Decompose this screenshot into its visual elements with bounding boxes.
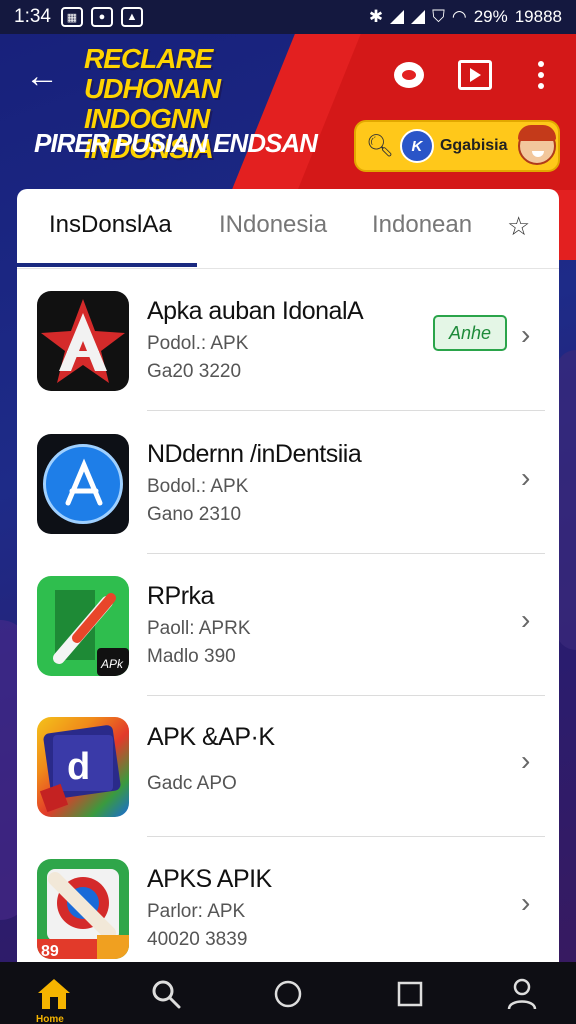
search-icon: 🔍︎ [366, 133, 394, 158]
app-meta: Gano 2310 [147, 504, 242, 525]
battery-percent: 29% [473, 7, 508, 26]
list-item[interactable]: Apka auban IdonalA Podol.: APK Ga20 3220… [17, 271, 559, 411]
divider [147, 410, 545, 411]
banner-subtitle: PIRER PUSIAN ENDSAN [34, 128, 318, 158]
divider [147, 836, 545, 837]
bluetooth-icon: ✱ [368, 7, 384, 26]
profile-icon[interactable] [502, 974, 542, 1014]
install-button[interactable]: Anhe [433, 315, 507, 351]
home-circle-icon[interactable] [268, 974, 308, 1014]
app-type: Gadc APO [147, 773, 237, 794]
gallery-notification-icon: ▦ [60, 7, 83, 27]
signal-icon-2 [411, 10, 426, 24]
app-title: APKS APIK [147, 865, 272, 893]
shield-icon: ⛉ [432, 7, 445, 26]
tab-3[interactable]: Indonean [372, 211, 472, 239]
pencil-tile-icon: 89 [37, 859, 129, 959]
app-list-card: InsDonslAa INdonesia Indonean ☆ Apka aub… [17, 189, 559, 979]
list-item[interactable]: NDdernn /inDentsiia Bodol.: APK Gano 231… [17, 414, 559, 554]
divider [147, 695, 545, 696]
app-store-a-icon [37, 434, 129, 534]
search-pill-text: Ggabisia [439, 137, 508, 154]
chat-icon[interactable] [392, 58, 426, 92]
chevron-right-icon: › [521, 319, 531, 350]
list-item[interactable]: d APK &AP·K Gadc APO › [17, 697, 559, 837]
app-title: Apka auban IdonalA [147, 297, 364, 325]
app-meta: Ga20 3220 [147, 361, 242, 382]
tab-2[interactable]: INdonesia [219, 211, 327, 239]
app-type: Podol.: APK [147, 333, 249, 354]
app-title: APK &AP·K [147, 723, 275, 751]
globe-badge: K [399, 129, 434, 163]
app-type: Paoll: APRK [147, 618, 251, 639]
recent-apps-icon[interactable] [390, 974, 430, 1014]
divider [147, 553, 545, 554]
chevron-right-icon: › [521, 745, 531, 776]
tab-indicator [17, 263, 197, 267]
chevron-right-icon: › [521, 887, 531, 918]
svg-text:d: d [67, 746, 90, 788]
status-clock-right: 19888 [514, 7, 562, 26]
search-pill[interactable]: 🔍︎ K Ggabisia [354, 120, 560, 172]
home-nav-label: Home [36, 1014, 64, 1024]
app-title: NDdernn /inDentsiia [147, 440, 362, 468]
app-meta: Madlo 390 [147, 646, 236, 667]
app-type: Parlor: APK [147, 901, 246, 922]
status-time: 1:34 [14, 6, 51, 27]
camera-notification-icon: ● [90, 7, 113, 27]
app-title: RPrka [147, 582, 214, 610]
app-meta: 40020 3839 [147, 929, 248, 950]
wifi-icon: ◠ [451, 7, 467, 26]
svg-text:89: 89 [41, 943, 59, 959]
search-icon[interactable] [146, 974, 186, 1014]
letter-d-icon: d [37, 717, 129, 817]
back-arrow-icon[interactable]: ← [24, 58, 60, 94]
chevron-right-icon: › [521, 604, 531, 635]
svg-text:APk: APk [100, 657, 124, 671]
chevron-right-icon: › [521, 462, 531, 493]
mascot-face-icon [517, 125, 556, 165]
image-notification-icon: ▲ [120, 7, 143, 27]
tab-1[interactable]: InsDonslAa [49, 211, 172, 239]
home-icon[interactable] [34, 974, 74, 1014]
video-play-icon[interactable] [458, 58, 492, 92]
paint-brush-icon: APk [37, 576, 129, 676]
list-item[interactable]: 89 APKS APIK Parlor: APK 40020 3839 › [17, 839, 559, 979]
more-options-icon[interactable] [524, 58, 558, 92]
background-right-shape [556, 350, 576, 650]
status-right: ✱ ⛉ ◠ 29% 19888 [369, 7, 562, 27]
tab-bar: InsDonslAa INdonesia Indonean ☆ [17, 189, 559, 269]
red-a-star-icon [37, 291, 129, 391]
bottom-navigation [0, 962, 576, 1024]
favorite-star-icon[interactable]: ☆ [507, 211, 530, 242]
list-item[interactable]: APk RPrka Paoll: APRK Madlo 390 › [17, 556, 559, 696]
signal-icon [390, 10, 405, 24]
status-bar: 1:34 ▦ ● ▲ ✱ ⛉ ◠ 29% 19888 [0, 0, 576, 34]
app-type: Bodol.: APK [147, 476, 249, 497]
